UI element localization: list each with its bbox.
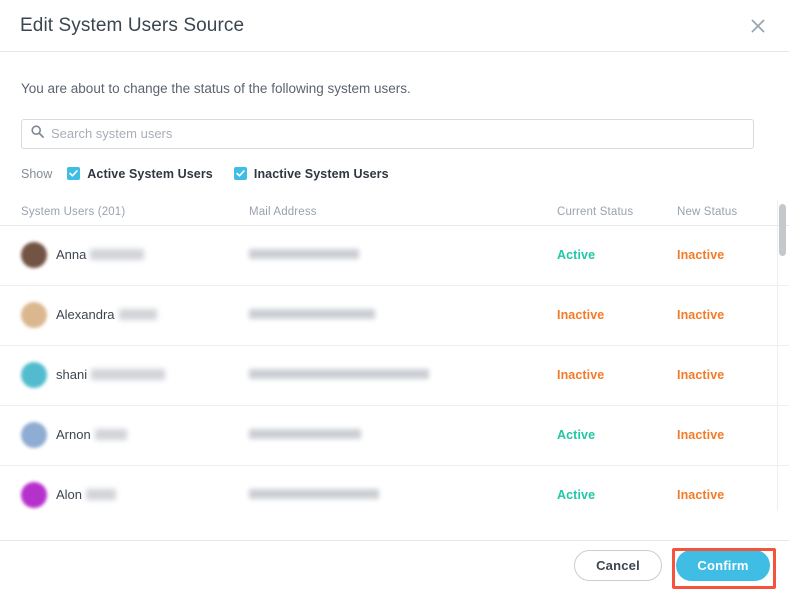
- current-status-badge: Inactive: [557, 368, 677, 382]
- close-icon[interactable]: [745, 13, 771, 39]
- table-header-row: System Users (201) Mail Address Current …: [0, 200, 789, 226]
- confirm-button[interactable]: Confirm: [676, 550, 770, 581]
- avatar: [21, 362, 47, 388]
- dialog-body: You are about to change the status of th…: [0, 52, 789, 540]
- dialog-title: Edit System Users Source: [20, 15, 244, 37]
- user-cell: Alon: [21, 482, 249, 508]
- current-status-badge: Inactive: [557, 308, 677, 322]
- current-status-badge: Active: [557, 488, 677, 502]
- user-first-name: Arnon: [56, 427, 91, 442]
- avatar: [21, 422, 47, 448]
- column-header-system-users: System Users (201): [21, 206, 249, 218]
- mail-address-cell: [249, 366, 557, 384]
- new-status-badge: Inactive: [677, 428, 777, 442]
- filter-inactive-label: Inactive System Users: [254, 167, 389, 181]
- user-first-name: Alon: [56, 487, 82, 502]
- table-row[interactable]: Anna ActiveInactive: [0, 226, 789, 286]
- user-first-name: Alexandra: [56, 307, 115, 322]
- user-last-name-redacted: [119, 309, 157, 320]
- user-cell: shani: [21, 362, 249, 388]
- mail-address-cell: [249, 426, 557, 444]
- new-status-badge: Inactive: [677, 368, 777, 382]
- new-status-badge: Inactive: [677, 488, 777, 502]
- search-icon: [31, 125, 44, 143]
- filter-active-label: Active System Users: [87, 167, 213, 181]
- mail-address-redacted: [249, 369, 429, 379]
- current-status-badge: Active: [557, 428, 677, 442]
- table-row[interactable]: shani InactiveInactive: [0, 346, 789, 406]
- column-header-current-status: Current Status: [557, 206, 677, 218]
- user-name: Alon: [56, 486, 116, 504]
- user-last-name-redacted: [90, 249, 144, 260]
- filter-inactive-system-users[interactable]: Inactive System Users: [234, 167, 389, 181]
- avatar: [21, 302, 47, 328]
- user-name: shani: [56, 366, 165, 384]
- cancel-button[interactable]: Cancel: [574, 550, 662, 581]
- avatar: [21, 242, 47, 268]
- filter-active-system-users[interactable]: Active System Users: [67, 167, 213, 181]
- mail-address-cell: [249, 246, 557, 264]
- user-last-name-redacted: [95, 429, 127, 440]
- user-last-name-redacted: [91, 369, 165, 380]
- new-status-badge: Inactive: [677, 308, 777, 322]
- user-name: Anna: [56, 246, 144, 264]
- user-first-name: Anna: [56, 247, 86, 262]
- user-cell: Arnon: [21, 422, 249, 448]
- user-first-name: shani: [56, 367, 87, 382]
- search-input[interactable]: [51, 126, 744, 141]
- user-last-name-redacted: [86, 489, 116, 500]
- table-row[interactable]: Alexandra InactiveInactive: [0, 286, 789, 346]
- new-status-badge: Inactive: [677, 248, 777, 262]
- user-cell: Anna: [21, 242, 249, 268]
- mail-address-redacted: [249, 249, 359, 259]
- user-cell: Alexandra: [21, 302, 249, 328]
- mail-address-cell: [249, 486, 557, 504]
- dialog-footer: Cancel Confirm: [0, 540, 789, 590]
- scrollbar-thumb[interactable]: [779, 204, 786, 256]
- user-name: Arnon: [56, 426, 127, 444]
- filter-row: Show Active System Users Inactive System…: [21, 166, 789, 182]
- users-table: System Users (201) Mail Address Current …: [0, 200, 789, 511]
- checkbox-checked-icon[interactable]: [67, 167, 80, 180]
- current-status-badge: Active: [557, 248, 677, 262]
- user-name: Alexandra: [56, 306, 157, 324]
- checkbox-checked-icon[interactable]: [234, 167, 247, 180]
- edit-system-users-dialog: Edit System Users Source You are about t…: [0, 0, 789, 590]
- column-header-new-status: New Status: [677, 206, 777, 218]
- column-header-mail-address: Mail Address: [249, 206, 557, 218]
- table-row[interactable]: Arnon ActiveInactive: [0, 406, 789, 466]
- mail-address-redacted: [249, 309, 375, 319]
- dialog-header: Edit System Users Source: [0, 0, 789, 52]
- filter-label: Show: [21, 167, 52, 181]
- table-row[interactable]: Alon ActiveInactive: [0, 466, 789, 511]
- mail-address-cell: [249, 306, 557, 324]
- intro-text: You are about to change the status of th…: [0, 52, 789, 98]
- table-scrollbar[interactable]: [777, 200, 786, 511]
- table-body: AnnaActiveInactiveAlexandraInactiveInact…: [0, 226, 789, 511]
- mail-address-redacted: [249, 489, 379, 499]
- mail-address-redacted: [249, 429, 361, 439]
- search-box[interactable]: [21, 119, 754, 149]
- avatar: [21, 482, 47, 508]
